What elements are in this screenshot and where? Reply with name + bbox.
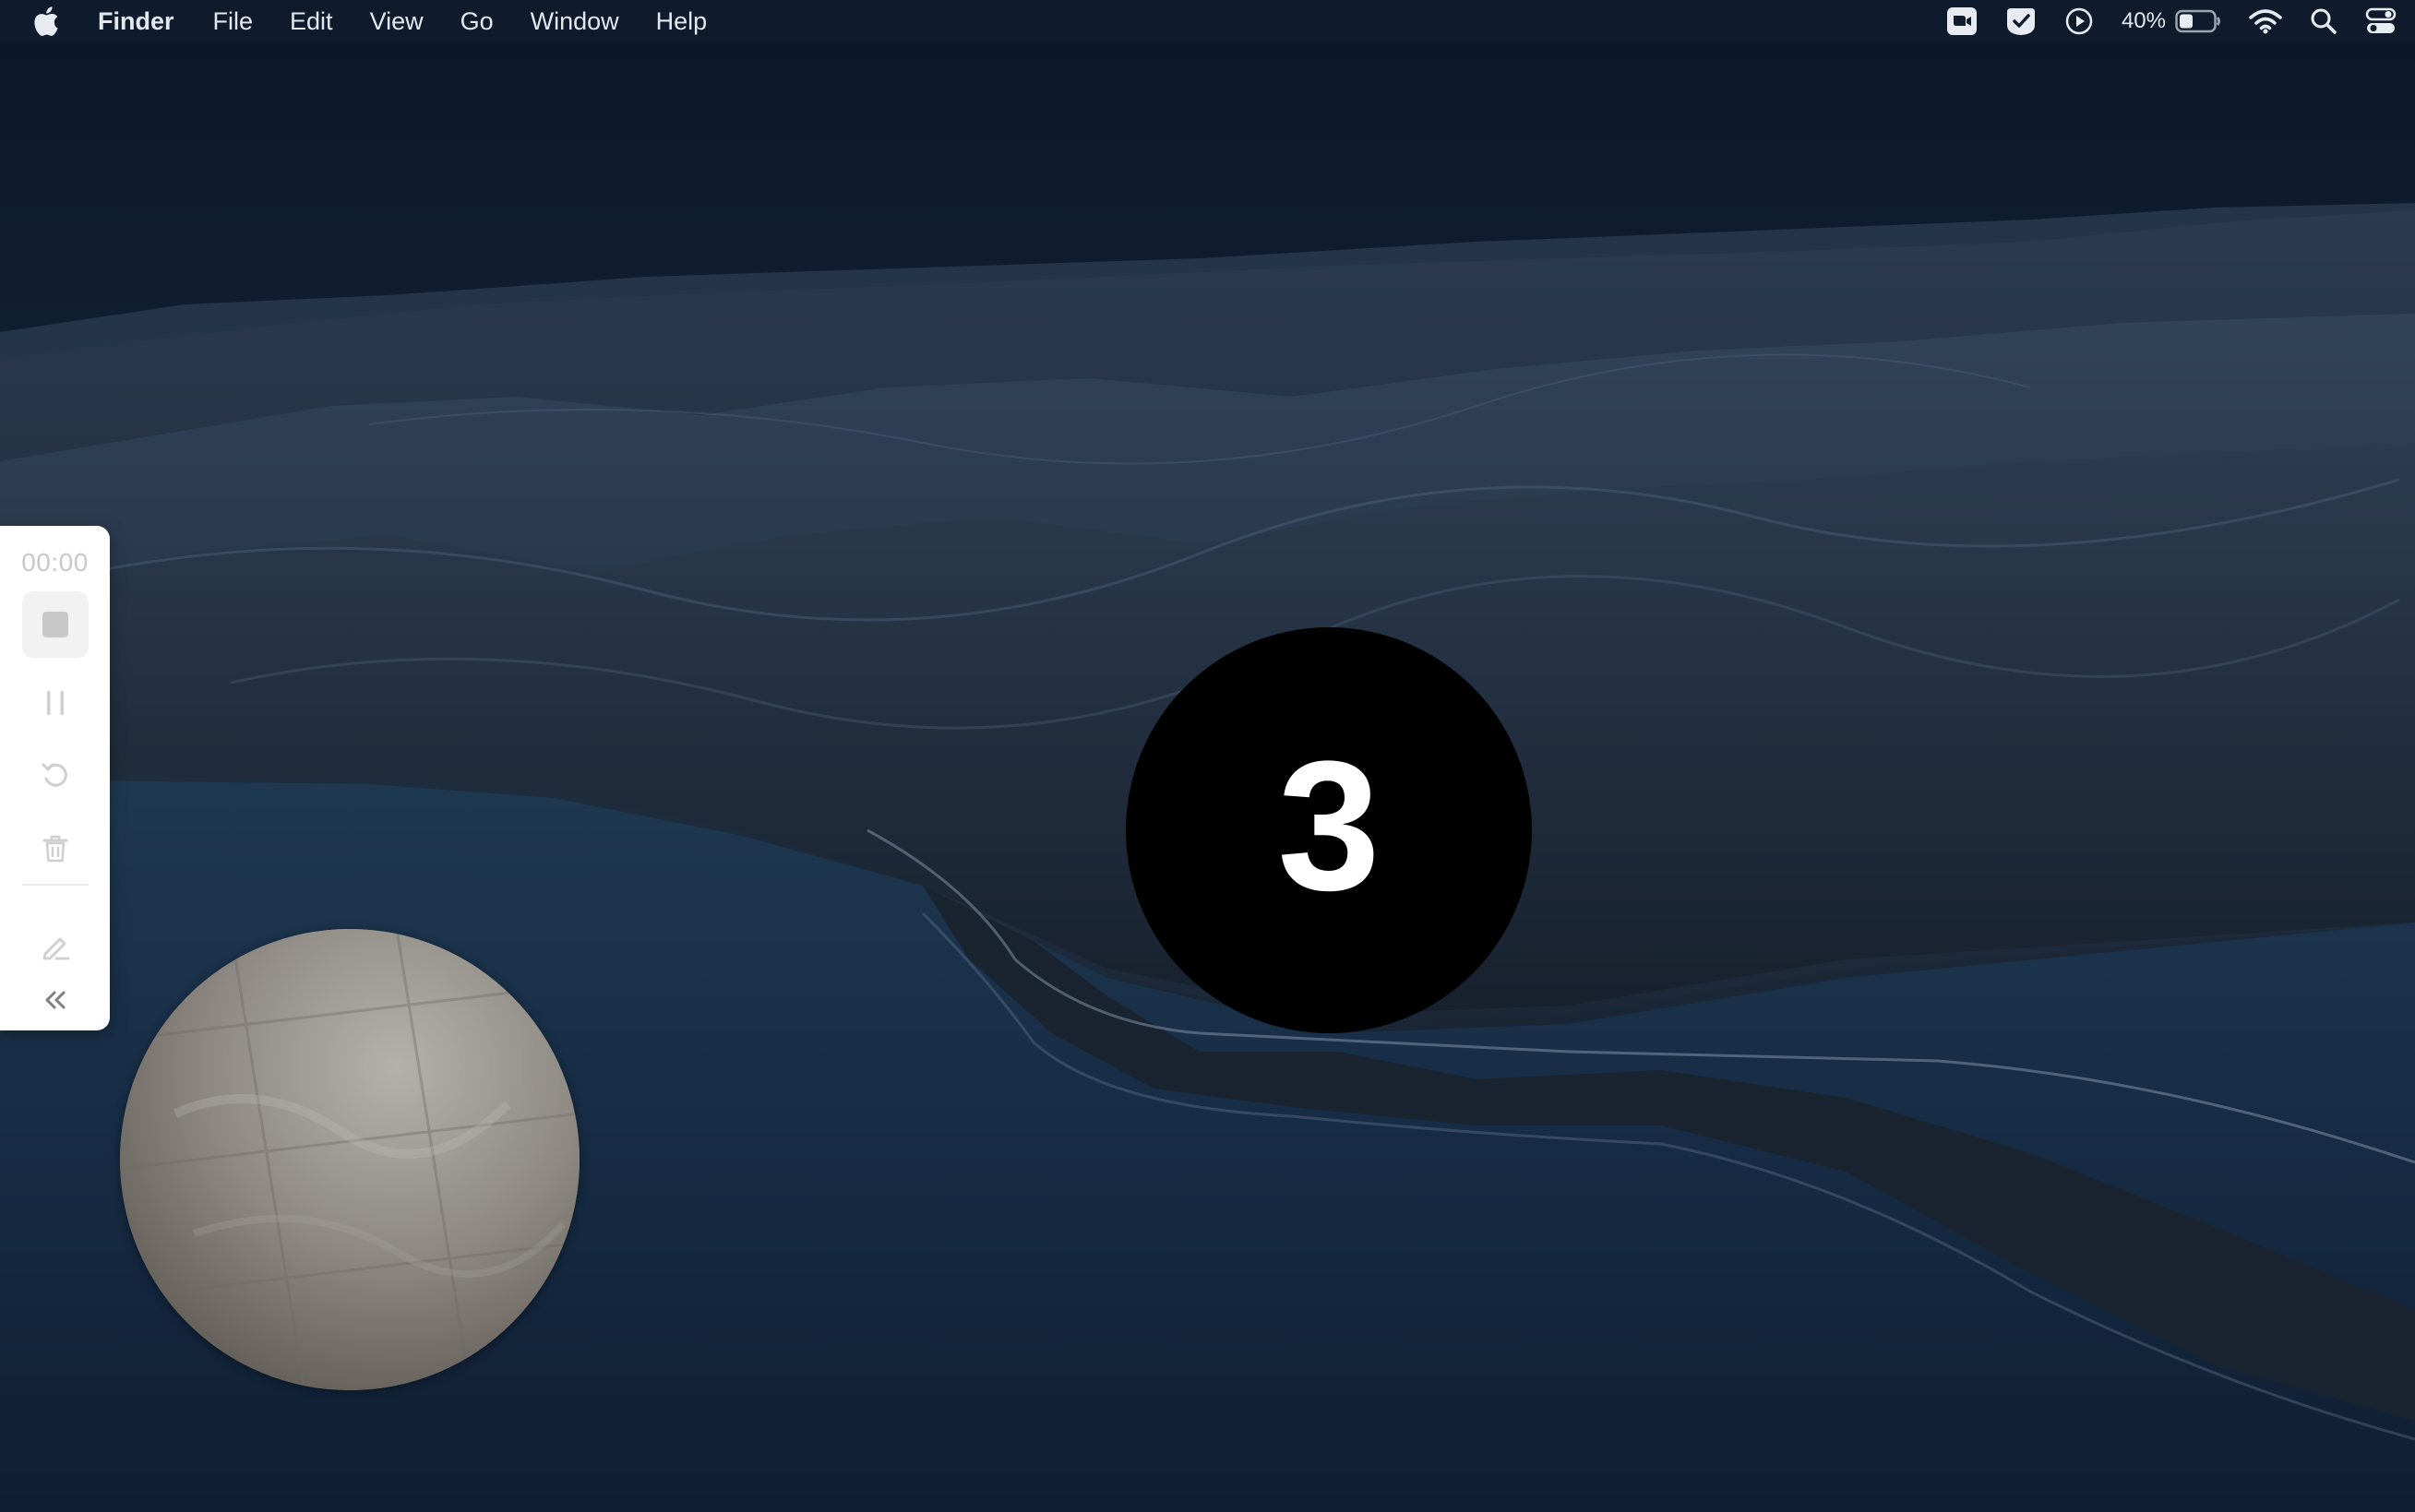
menu-go[interactable]: Go [460,7,494,36]
menu-window[interactable]: Window [531,7,619,36]
menu-help[interactable]: Help [656,7,708,36]
recording-timer: 00:00 [21,548,89,577]
collapse-chevrons-icon [45,991,65,1009]
screen-recorder-icon[interactable] [1946,0,1978,42]
restart-button[interactable] [0,755,110,795]
battery-percentage: 40% [2121,8,2166,33]
toolbar-divider [22,884,89,886]
wifi-icon[interactable] [2249,0,2282,42]
play-circle-icon[interactable] [2064,0,2094,42]
webcam-feed [120,929,580,1390]
spotlight-search-icon[interactable] [2310,0,2337,42]
menu-bar-status-area: 40% [1919,0,2397,42]
menu-view[interactable]: View [370,7,424,36]
collapse-toolbar-button[interactable] [0,983,110,1017]
stop-button[interactable] [22,591,89,658]
stop-icon [42,612,68,637]
pause-icon [46,691,64,715]
countdown-overlay: 3 [1126,627,1532,1033]
checkmark-app-icon[interactable] [2005,0,2037,42]
menu-bar-left: Finder File Edit View Go Window Help [0,0,744,42]
recording-toolbar: 00:00 [0,526,110,1030]
menu-bar: Finder File Edit View Go Window Help 40% [0,0,2415,42]
desktop: Finder File Edit View Go Window Help 40%… [0,0,2415,1512]
menu-app-finder[interactable]: Finder [98,7,174,36]
battery-icon[interactable] [2175,0,2221,42]
restart-icon [42,763,67,787]
webcam-bubble[interactable] [120,929,580,1390]
control-center-icon[interactable] [2365,0,2397,42]
trash-icon [42,835,67,863]
delete-button[interactable] [0,828,110,869]
menu-edit[interactable]: Edit [290,7,333,36]
pause-button[interactable] [0,683,110,723]
pen-icon [42,937,69,960]
apple-logo-icon[interactable] [33,5,63,38]
countdown-number: 3 [1277,723,1381,929]
menu-file[interactable]: File [213,7,254,36]
draw-button[interactable] [0,926,110,967]
